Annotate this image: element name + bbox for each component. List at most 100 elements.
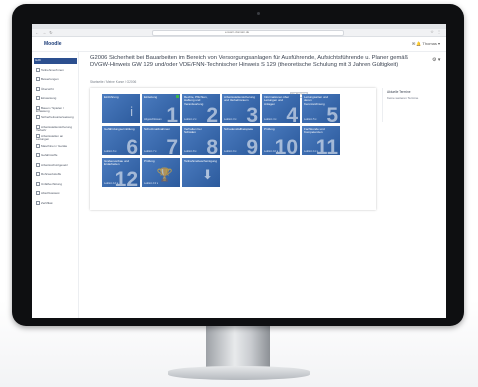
course-tile[interactable]: Prüfung 🏆 Lektion 13 ▾ [142,158,180,187]
course-tile[interactable]: Fachkunde und Kompetenzen 11 Lektion 11 ▾ [302,126,340,155]
tile-title: Schadensfallbeispiele [224,127,254,131]
sidebar-item[interactable]: Zertifikat [36,200,76,205]
sidebar-item[interactable]: Teilnehmer/innen [36,67,76,72]
tile-number: 9 [246,136,258,155]
gear-icon[interactable]: ⚙ ▾ [432,57,440,63]
tile-number: 6 [126,136,138,155]
sidebar-item[interactable]: Einweisung [36,96,76,100]
sidebar-item-label: Übersicht [41,86,54,91]
upcoming-events-heading: Aktuelle Termine [387,90,411,94]
tile-number: 1 [166,104,178,123]
sidebar-item-icon [36,153,40,157]
sidebar-item[interactable]: Rohrwerkstoffe [36,172,76,176]
sidebar-item[interactable]: Arbeitsstellen an Leitungen [36,134,76,142]
tile-status: Lektion 12 ▾ [104,182,118,185]
sidebar-item[interactable]: Arbeitsschutzgesetz [36,162,76,167]
tile-status: Lektion 13 ▾ [144,182,158,185]
sidebar-item-icon [36,143,40,148]
sidebar-item[interactable]: Arbeitsstellensicherung Verkehr [36,124,76,133]
user-menu[interactable]: ✉ 🔔 Thomas ▾ [412,41,440,46]
browser-tabstrip [32,24,446,29]
sidebar-item-label: Arbeitsstellensicherung Verkehr [36,124,73,132]
sidebar-item[interactable]: Sicherheitsunterweisung [36,115,76,119]
course-tile[interactable]: Informationen über Leitungen und Anlagen… [262,94,300,123]
sidebar-item[interactable]: Übersicht [36,86,76,91]
browser-menu-icons[interactable]: ☆ ⋮ [430,29,442,34]
sidebar-item-label: Sicherheitsunterweisung [41,114,74,119]
course-tile[interactable]: Verhalten bei Schäden 8 Lektion 8 ▾ [182,126,220,155]
monitor-stand-neck [206,326,270,370]
tile-number: 3 [246,104,258,123]
course-tile[interactable]: Leitungsarten und deren Kennzeichnung 5 Le… [302,94,340,123]
sidebar-item[interactable]: Bewertungen [36,77,76,81]
sidebar-item-icon [36,77,40,81]
sidebar-item-icon [36,96,40,100]
sidebar-item-label: Unfallverhütung [41,181,63,186]
tile-title: Verhalten bei Schäden [184,127,202,135]
sidebar-item-label: Arbeitsschutzgesetz [41,162,68,167]
sidebar-item-label: G29 [35,58,41,62]
sidebar-item-icon [36,115,40,119]
site-logo[interactable]: Moodle [44,41,62,47]
course-tile[interactable]: Schutzmaßnahmen 7 Lektion 7 ▾ [142,126,180,155]
tile-title: Prüfung [264,127,275,131]
completion-check-icon [176,95,179,98]
tile-title: Einführung [104,95,119,99]
upcoming-events-text: Keine weiteren Termine [387,96,419,100]
sidebar-item-label: Bauen / Spielen / Erfassung [36,105,64,113]
tile-status: Lektion 8 ▾ [184,150,197,153]
course-tile[interactable]: Einführung i [102,94,140,123]
address-bar[interactable]: e-learn.domain.de [152,30,344,36]
sidebar-item-icon [36,181,40,186]
sidebar-item[interactable]: Bauen / Spielen / Erfassung [36,105,76,114]
sidebar-item-icon [36,200,40,205]
course-tile[interactable]: Teilnahmebescheinigung ⬇ [182,158,220,187]
course-sidebar: G29 Teilnehmer/innen Bewertungen Übersicht E… [32,52,79,318]
tile-number: 8 [206,136,218,155]
sidebar-item[interactable]: Maschinen / Geräte [36,143,76,148]
sidebar-item[interactable]: G29 [34,58,77,64]
tile-title: Teilnahmebescheinigung [184,159,218,163]
sidebar-item-label: Bewertungen [41,76,59,81]
sidebar-item-icon [36,162,40,167]
breadcrumb[interactable]: Startseite / Meine Kurse / G2006 [90,80,136,84]
tile-number: 2 [206,104,218,123]
tile-title: Grabenverbau und Erdarbeiten [104,159,130,167]
app-header: Moodle ✉ 🔔 Thomas ▾ [32,37,446,52]
course-tile[interactable]: Einleitung 1 Abgeschlossen [142,94,180,123]
sidebar-item-label: Gefahrstoffe [41,152,58,157]
course-tile[interactable]: Arbeitsstellensicherung und Verkehrsraum… [222,94,260,123]
tile-status: Lektion 3 ▾ [224,118,237,121]
monitor-screen: ← → ↻ e-learn.domain.de ☆ ⋮ Moodle ✉ 🔔 T… [32,24,446,318]
sidebar-item-label: Rohrwerkstoffe [41,171,62,176]
monitor-stand-base [168,366,310,380]
address-bar-url: e-learn.domain.de [225,30,250,34]
course-tile[interactable]: Prüfung 10 Lektion 10 ▾ [262,126,300,155]
sidebar-item-icon [36,86,40,91]
tile-status: Lektion 6 ▾ [104,150,117,153]
browser-nav-icons[interactable]: ← → ↻ [35,30,54,35]
tile-status: Lektion 4 ▾ [264,118,277,121]
sidebar-item-label: Teilnehmer/innen [41,67,64,72]
course-tile[interactable]: Schadensfallbeispiele 9 Lektion 9 ▾ [222,126,260,155]
tile-status: Abgeschlossen [144,118,162,121]
course-tile[interactable]: Rechte, Pflichten, Haftung und Verantwor… [182,94,220,123]
sidebar-item-label: Zertifikat [41,200,53,205]
tile-number: 11 [315,136,338,155]
tile-title: Prüfung [144,159,155,163]
tile-status: Lektion 10 ▾ [264,150,278,153]
course-tile[interactable]: Grabenverbau und Erdarbeiten 12 Lektion 12… [102,158,140,187]
sidebar-item[interactable]: Gefahrstoffe [36,153,76,157]
tile-title: Fachkunde und Kompetenzen [304,127,325,135]
sidebar-item-label: Abschlusstest [41,190,60,195]
download-icon: ⬇ [202,167,213,182]
info-icon: i [130,104,133,119]
tile-status: Lektion 7 ▾ [144,150,157,153]
sidebar-item[interactable]: Unfallverhütung [36,181,76,186]
upcoming-events-block: Aktuelle Termine Keine weiteren Termine [382,88,439,122]
course-tile[interactable]: Gefährdungsermittlung 6 Lektion 6 ▾ [102,126,140,155]
tile-status: Lektion 9 ▾ [224,150,237,153]
sidebar-item[interactable]: Abschlusstest [36,191,76,195]
tile-status: Lektion 5 ▾ [304,118,317,121]
tile-status: Lektion 11 ▾ [304,150,318,153]
